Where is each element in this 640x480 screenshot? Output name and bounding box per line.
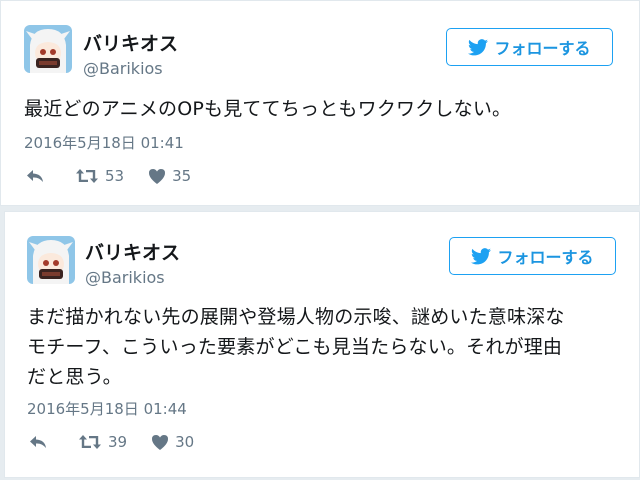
author-handle[interactable]: @Barikios — [83, 59, 163, 78]
retweet-button[interactable]: 39 — [78, 433, 127, 451]
tweet-text-line: モチーフ、こういった要素がどこも見当たらない。それが理由 — [27, 336, 563, 358]
like-button[interactable]: 35 — [148, 167, 191, 185]
twitter-bird-icon — [471, 247, 492, 264]
retweet-count: 53 — [105, 167, 125, 185]
tweet-text-line: だと思う。 — [27, 366, 122, 388]
like-count: 30 — [175, 433, 195, 451]
tweet-text-line: まだ描かれない先の展開や登場人物の示唆、謎めいた意味深な — [27, 306, 565, 328]
timestamp[interactable]: 2016年5月18日 01:44 — [27, 398, 187, 419]
timestamp[interactable]: 2016年5月18日 01:41 — [24, 132, 184, 153]
tweet-card: バリキオス @Barikios フォローする 最近どのアニメのOPも見ててちっと… — [0, 0, 640, 206]
like-button[interactable]: 30 — [151, 433, 194, 451]
retweet-count: 39 — [108, 433, 128, 451]
tweet-actions: 39 30 — [28, 433, 194, 451]
retweet-button[interactable]: 53 — [75, 167, 124, 185]
author-handle[interactable]: @Barikios — [85, 268, 165, 287]
reply-button[interactable] — [28, 433, 48, 451]
avatar[interactable] — [24, 25, 72, 73]
like-count: 35 — [172, 167, 192, 185]
follow-button[interactable]: フォローする — [446, 28, 613, 66]
author-name[interactable]: バリキオス — [83, 29, 178, 56]
tweet-text: まだ描かれない先の展開や登場人物の示唆、謎めいた意味深な モチーフ、こういった要… — [27, 302, 565, 392]
reply-button[interactable] — [25, 167, 45, 185]
author-name[interactable]: バリキオス — [85, 238, 180, 265]
tweet-card: バリキオス @Barikios フォローする まだ描かれない先の展開や登場人物の… — [4, 211, 640, 478]
follow-button-label: フォローする — [494, 39, 591, 58]
twitter-bird-icon — [468, 38, 489, 55]
retweet-icon — [76, 169, 98, 183]
reply-icon — [27, 170, 43, 182]
follow-button[interactable]: フォローする — [449, 237, 616, 275]
heart-icon — [152, 434, 169, 450]
tweet-actions: 53 35 — [25, 167, 191, 185]
tweet-text: 最近どのアニメのOPも見ててちっともワクワクしない。 — [24, 98, 512, 120]
follow-button-label: フォローする — [497, 248, 594, 267]
reply-icon — [30, 436, 46, 448]
retweet-icon — [79, 435, 101, 449]
heart-icon — [149, 168, 166, 184]
avatar[interactable] — [27, 236, 75, 284]
